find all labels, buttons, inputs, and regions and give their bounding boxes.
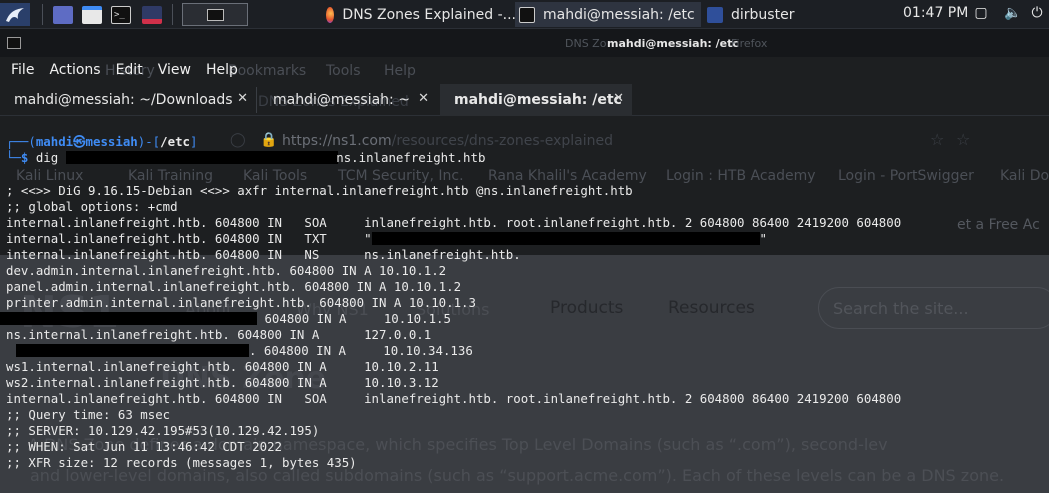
desktop-icon: [53, 5, 73, 24]
file-manager-icon: [82, 5, 102, 24]
output-line: ; <<>> DiG 9.16.15-Debian <<>> axfr inte…: [6, 183, 633, 198]
output-line: ;; SERVER: 10.129.42.195#53(10.129.42.19…: [6, 423, 320, 438]
screen-recorder-button[interactable]: [139, 3, 165, 26]
volume-icon[interactable]: 🔈: [1004, 5, 1021, 21]
output-line-txt: internal.inlanefreight.htb. 604800 IN TX…: [6, 231, 767, 246]
prompt-dir: /etc: [160, 134, 190, 149]
output-line: ws1.internal.inlanefreight.htb. 604800 I…: [6, 359, 439, 374]
prompt-user: mahdi㉿messiah: [35, 134, 138, 149]
output-line: internal.inlanefreight.htb. 604800 IN SO…: [6, 391, 902, 406]
output-line: internal.inlanefreight.htb. 604800 IN NS…: [6, 247, 521, 262]
terminal-output[interactable]: ┌──(mahdi㉿messiah)-[/etc] └─$ dig ns.inla…: [0, 29, 1049, 493]
panel-separator: [42, 4, 43, 25]
task-label: dirbuster: [731, 6, 795, 23]
redacted-block: [371, 232, 760, 245]
output-line: ;; global options: +cmd: [6, 199, 178, 214]
recorder-icon: [142, 5, 162, 24]
top-panel: >_ DNS Zones Explained -... mahdi@messia…: [0, 0, 1049, 29]
terminal-window: DNS Zones Explained ◯ 🔒 https://ns1.com/…: [0, 29, 1049, 493]
output-line: internal.inlanefreight.htb. 604800 IN SO…: [6, 215, 902, 230]
workspace-switcher[interactable]: [182, 3, 248, 26]
task-label: mahdi@messiah: /etc: [543, 6, 695, 23]
redacted-block: [16, 344, 249, 357]
task-firefox[interactable]: DNS Zones Explained -...: [320, 2, 516, 27]
redacted-block: [66, 151, 339, 164]
display-icon[interactable]: ▢: [973, 5, 989, 21]
output-line: ;; XFR size: 12 records (messages 1, byt…: [6, 455, 357, 470]
kali-dragon-icon: [6, 7, 24, 22]
command-start: dig: [35, 150, 59, 165]
show-desktop-button[interactable]: [50, 3, 76, 26]
output-line: dev.admin.internal.inlanefreight.htb. 60…: [6, 263, 447, 278]
output-line: ns.internal.inlanefreight.htb. 604800 IN…: [6, 327, 432, 342]
file-manager-button[interactable]: [79, 3, 105, 26]
folder-icon: [707, 6, 723, 23]
power-icon[interactable]: ⏻: [1029, 5, 1045, 21]
command-end: ns.inlanefreight.htb: [336, 150, 486, 165]
output-line: printer.admin.internal.inlanefreight.htb…: [6, 295, 476, 310]
output-line: ;; Query time: 63 msec: [6, 407, 171, 422]
output-line-redacted: . 604800 IN A 10.10.34.136: [16, 343, 473, 359]
firefox-icon: [326, 6, 335, 23]
terminal-icon: >_: [111, 5, 131, 24]
terminal-icon: [519, 6, 535, 23]
workspace-window-thumb: [207, 9, 224, 21]
command-line: └─$ dig ns.inlanefreight.htb: [6, 150, 486, 165]
output-line: ws2.internal.inlanefreight.htb. 604800 I…: [6, 375, 439, 390]
task-label: DNS Zones Explained -...: [342, 6, 516, 23]
task-dirbuster[interactable]: dirbuster: [703, 2, 863, 27]
redacted-block: [0, 312, 257, 325]
panel-separator: [172, 4, 173, 25]
clock[interactable]: 01:47 PM: [903, 5, 968, 21]
output-line: ;; WHEN: Sat Jun 11 13:46:42 CDT 2022: [6, 439, 283, 454]
output-line: panel.admin.internal.inlanefreight.htb. …: [6, 279, 462, 294]
kali-menu-button[interactable]: [0, 3, 30, 26]
output-line-redacted: 604800 IN A 10.10.1.5: [0, 311, 451, 327]
terminal-launcher-button[interactable]: >_: [108, 3, 134, 26]
task-terminal[interactable]: mahdi@messiah: /etc: [515, 2, 701, 27]
prompt-line: ┌──(mahdi㉿messiah)-[/etc]: [6, 134, 198, 149]
